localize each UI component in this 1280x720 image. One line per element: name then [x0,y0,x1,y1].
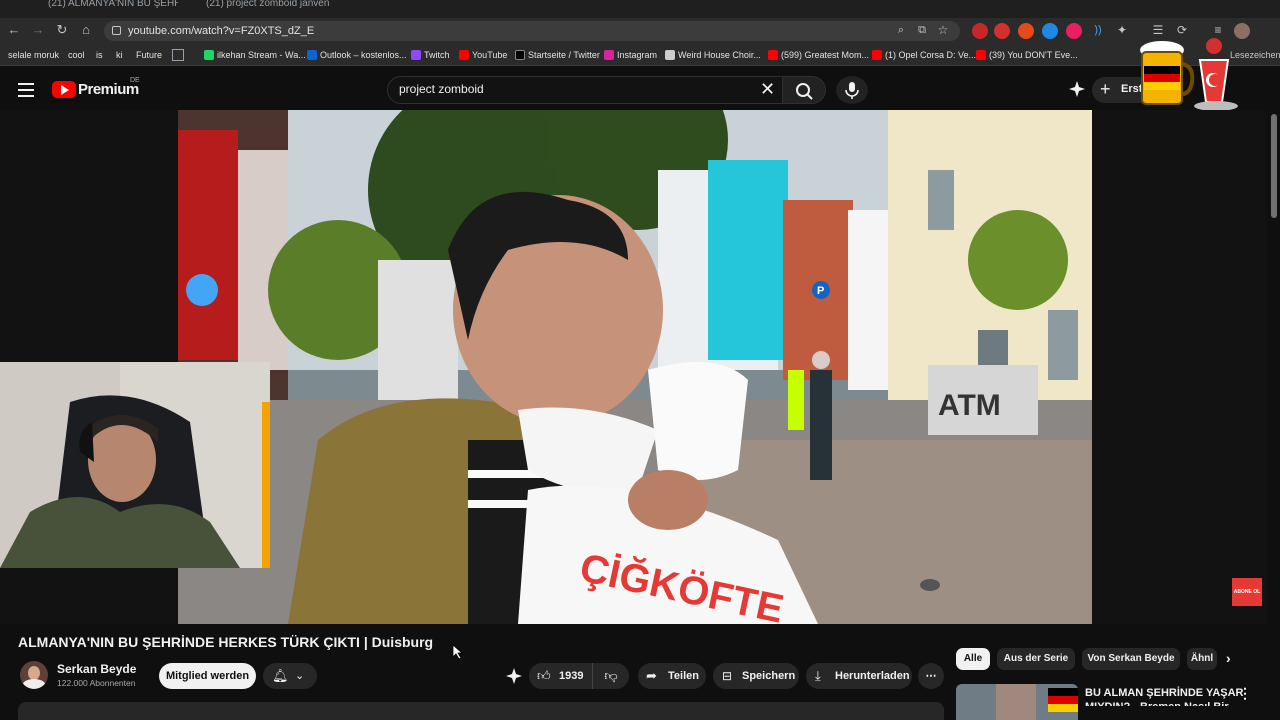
youtube-logo-icon[interactable] [52,81,76,98]
video-frame: ATM P ÇİĞKÖFTE [178,110,1092,624]
bookmark-item[interactable]: YouTube [459,49,507,61]
bookmark-item[interactable]: selale moruk [8,49,59,61]
description-area [0,702,956,720]
thumbs-up-icon: 👍︎ [537,668,551,683]
recommended-more-icon[interactable]: ⋮ [1238,686,1252,700]
bell-icon: 🔔︎ [272,668,289,683]
bookmark-item[interactable]: (599) Greatest Mom... [768,49,869,61]
site-info-icon[interactable] [112,26,121,35]
search-icon [796,83,813,100]
subscribe-watermark-badge[interactable]: ABONE OL [1232,578,1262,606]
channel-avatar[interactable] [20,661,48,689]
extensions-puzzle-icon[interactable]: ✦ [1112,20,1132,40]
zoom-icon[interactable]: ⌕ [891,20,911,40]
extension-icon[interactable]: )) [1088,20,1108,40]
bookmark-item[interactable]: cool [68,49,85,61]
back-icon[interactable]: ← [4,20,24,40]
extension-icon[interactable] [1042,23,1058,39]
chevron-down-icon: ⌄ [295,670,305,682]
more-actions-icon[interactable]: ⋯ [918,663,944,689]
bookmark-star-icon[interactable]: ☆ [933,20,953,40]
search-query-text: project zomboid [399,82,484,96]
video-title: ALMANYA'NIN BU ŞEHRİNDE HERKES TÜRK ÇIKT… [18,634,434,650]
reload-icon[interactable]: ↻ [52,20,72,40]
bookmark-item[interactable]: (39) You DON'T Eve... [976,49,1078,61]
extension-icon[interactable] [1018,23,1034,39]
extension-icon[interactable] [994,23,1010,39]
chevron-right-icon[interactable]: › [1226,650,1231,666]
recommended-video-title[interactable]: BU ALMAN ŞEHRİNDE YAŞAR MIYDIN? - Bremen… [1085,686,1244,706]
recommended-thumbnail[interactable] [956,684,1078,720]
dislike-button[interactable]: 👎︎ [593,663,629,689]
channel-name[interactable]: Serkan Beyde [57,662,136,676]
plus-icon: + [1100,79,1111,99]
extension-icon[interactable] [972,23,988,39]
thumbs-down-icon: 👎︎ [604,668,618,683]
join-button[interactable]: Mitglied werden [159,663,256,689]
share-icon: ➦ [646,668,657,683]
forward-icon[interactable]: → [28,20,48,40]
browser-tab-strip: (21) ALMANYA'NIN BU ŞEHRİ... (21) projec… [0,0,1280,18]
bookmark-item[interactable]: ki [116,49,123,61]
player-right-pad [1092,110,1266,624]
sparkle-icon[interactable] [505,667,523,685]
browser-tab-1[interactable]: (21) ALMANYA'NIN BU ŞEHRİ... [48,0,178,18]
bookmark-item[interactable]: is [96,49,103,61]
clear-search-icon[interactable]: ✕ [760,80,775,98]
svg-text:P: P [817,285,824,297]
svg-text:ATM: ATM [938,389,1001,422]
save-icon: ⊟ [722,669,733,683]
chip-from-series[interactable]: Aus der Serie [997,648,1075,670]
install-icon[interactable]: ⧉ [912,20,932,40]
bookmark-item[interactable]: Instagram [604,49,657,61]
download-icon: ⤓ [815,668,821,683]
bookmark-item[interactable]: Twitch [411,49,450,61]
chip-all[interactable]: Alle [956,648,990,670]
bookmark-item[interactable]: ilkehan Stream - Wa... [204,49,306,61]
hamburger-menu-icon[interactable] [18,83,34,97]
video-player[interactable]: ATM P ÇİĞKÖFTE [178,110,1092,624]
url-text: youtube.com/watch?v=FZ0XTS_dZ_E [128,25,315,37]
bookmark-item[interactable]: Startseite / Twitter [515,49,600,61]
download-button[interactable]: ⤓ Herunterladen [806,663,912,689]
bookmark-item[interactable]: (1) Opel Corsa D: Ve... [872,49,976,61]
chip-from-channel[interactable]: Von Serkan Beyde [1082,648,1180,670]
notifications-button[interactable]: 🔔︎ ⌄ [263,663,317,689]
save-button[interactable]: ⊟ Speichern [713,663,799,689]
chip-related[interactable]: Ähnl [1187,648,1217,670]
extension-icon[interactable] [1066,23,1082,39]
region-code: DE [130,77,140,84]
bookmark-item[interactable]: Outlook – kostenlos... [307,49,407,61]
page-scrollbar[interactable] [1270,110,1278,710]
share-button[interactable]: ➦ Teilen [638,663,706,689]
microphone-icon [845,82,859,99]
search-button[interactable] [782,76,826,104]
like-button[interactable]: 👍︎ 1939 [529,663,593,689]
subscriber-count: 122.000 Abonnenten [57,678,136,688]
apps-grid-icon[interactable] [172,49,184,61]
mouse-cursor-icon [452,644,464,660]
beer-flag-overlay [1130,36,1242,112]
bookmark-item[interactable]: Weird House Choir... [665,49,761,61]
voice-search-button[interactable] [836,76,868,104]
streamer-webcam [0,362,270,568]
browser-tab-2[interactable]: (21) project zomboid janven [206,0,336,18]
bookmark-item[interactable]: Future [136,49,162,61]
home-icon[interactable]: ⌂ [76,20,96,40]
sparkle-icon[interactable] [1068,80,1086,98]
